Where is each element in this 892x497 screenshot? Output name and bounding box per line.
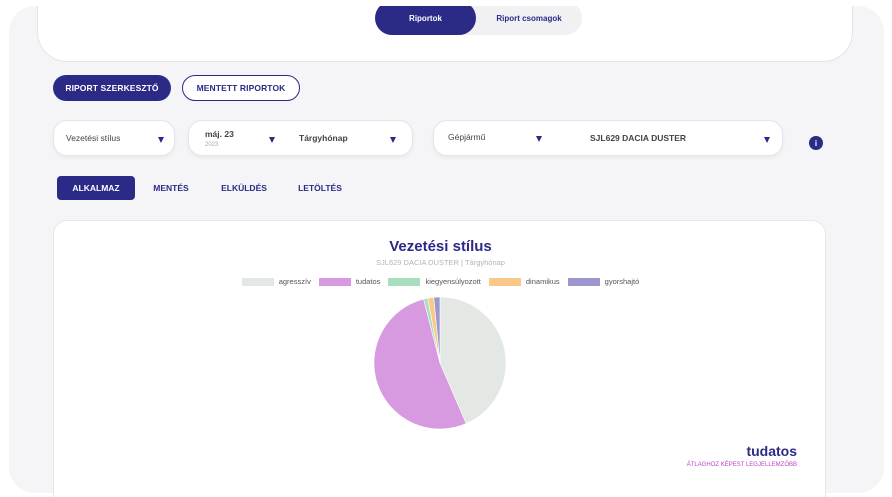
chart-card: Vezetési stílus SJL629 DACIA DUSTER | Tá… xyxy=(53,220,826,497)
report-tabs: Riportok Riport csomagok xyxy=(375,6,582,35)
chevron-down-icon[interactable] xyxy=(269,137,275,143)
chevron-down-icon[interactable] xyxy=(390,137,396,143)
chevron-down-icon[interactable] xyxy=(764,137,770,143)
highlight-note: ÁTLAGHOZ KÉPEST LEGJELLEMZŐBB xyxy=(686,462,797,468)
info-icon[interactable]: i xyxy=(809,136,823,150)
report-type-select[interactable]: Vezetési stílus xyxy=(53,120,175,156)
chevron-down-icon xyxy=(158,137,164,143)
tab-report-packages[interactable]: Riport csomagok xyxy=(476,6,582,35)
vehicle-value: SJL629 DACIA DUSTER xyxy=(590,133,687,143)
highlight-box: tudatos ÁTLAGHOZ KÉPEST LEGJELLEMZŐBB xyxy=(687,443,797,468)
saved-reports-button[interactable]: MENTETT RIPORTOK xyxy=(182,75,300,101)
tab-reports[interactable]: Riportok xyxy=(375,6,476,35)
save-button[interactable]: MENTÉS xyxy=(143,176,199,200)
date-value: máj. 23 xyxy=(205,129,234,139)
report-type-value: Vezetési stílus xyxy=(66,133,121,143)
apply-button[interactable]: ALKALMAZ xyxy=(57,176,135,200)
highlight-value: tudatos xyxy=(746,443,797,459)
send-button[interactable]: ELKÜLDÉS xyxy=(212,176,276,200)
top-bar: Riportok Riport csomagok xyxy=(37,6,853,62)
entity-type-value: Gépjármű xyxy=(448,132,486,142)
download-button[interactable]: LETÖLTÉS xyxy=(288,176,352,200)
period-value: Tárgyhónap xyxy=(299,133,348,143)
date-year: 2023 xyxy=(205,142,219,148)
vehicle-select[interactable]: Gépjármű SJL629 DACIA DUSTER xyxy=(433,120,783,156)
report-editor-button[interactable]: RIPORT SZERKESZTŐ xyxy=(53,75,171,101)
chevron-down-icon[interactable] xyxy=(536,136,542,142)
date-period-select[interactable]: máj. 23 2023 Tárgyhónap xyxy=(188,120,413,156)
